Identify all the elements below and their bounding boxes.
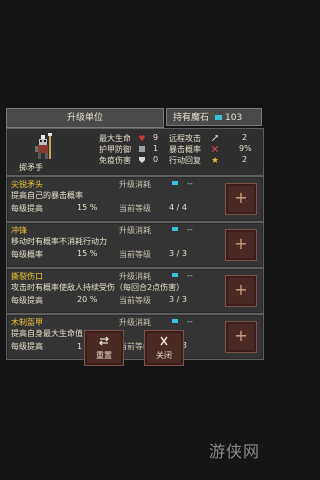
stat-value-action: 2: [242, 155, 248, 164]
skill-row: 尖锐矛头 升级消耗 -- 提高自己的暴击概率 每级提高 15 % 当前等级 4 …: [6, 176, 264, 222]
skill-level: 3 / 3: [169, 295, 187, 304]
stat-value-max-hp: 9: [153, 133, 159, 142]
skill-per-label: 每级概率: [11, 250, 43, 259]
gem-icon: [172, 181, 178, 185]
skill-level-label: 当前等级: [119, 204, 151, 213]
watermark: 游侠网: [208, 442, 260, 461]
skill-title: 木制盔甲: [11, 318, 43, 327]
skill-cost-label: 升级消耗: [119, 318, 151, 327]
skill-per-label: 每级提高: [11, 296, 43, 305]
stat-value-ranged-attack: 2: [242, 133, 248, 142]
close-button[interactable]: 关闭: [144, 330, 184, 366]
heart-icon: [139, 135, 145, 141]
skill-per-value: 15 %: [77, 249, 98, 258]
stat-label-ranged-attack: 远程攻击: [169, 134, 201, 143]
star-icon: [212, 157, 218, 163]
stat-value-crit: 9%: [239, 144, 252, 153]
unit-name: 掷矛手: [19, 163, 43, 172]
skill-level: 4 / 4: [169, 203, 187, 212]
shield-icon: [139, 157, 145, 163]
skill-title: 冲锋: [11, 226, 27, 235]
skill-title: 撕裂伤口: [11, 272, 43, 281]
skill-row: 冲锋 升级消耗 -- 移动时有概率不消耗行动力 每级概率 15 % 当前等级 3…: [6, 222, 264, 268]
close-icon: [160, 336, 168, 346]
skill-cost-label: 升级消耗: [119, 272, 151, 281]
skill-title: 尖锐矛头: [11, 180, 43, 189]
stat-label-max-hp: 最大生命: [99, 134, 131, 143]
reset-icon: [99, 336, 109, 346]
skill-cost-value: --: [187, 317, 193, 326]
stat-label-action: 行动回复: [169, 156, 201, 165]
skill-row: 撕裂伤口 升级消耗 -- 攻击时有概率使敌人持续受伤（每回合2点伤害） 每级提高…: [6, 268, 264, 314]
upgrade-plus-button[interactable]: +: [225, 183, 257, 215]
stone-value: 103: [225, 113, 243, 123]
stat-label-crit: 暴击概率: [169, 145, 201, 154]
stat-value-immune: 0: [153, 155, 159, 164]
skill-desc: 攻击时有概率使敌人持续受伤（每回合2点伤害）: [11, 283, 185, 292]
skill-cost-value: --: [187, 225, 193, 234]
stone-label: 持有魔石: [173, 113, 210, 123]
gem-icon: [172, 273, 178, 277]
spearman-portrait-icon: [35, 133, 52, 159]
skill-level-label: 当前等级: [119, 296, 151, 305]
skill-per-label: 每级提高: [11, 342, 43, 351]
upgrade-plus-button[interactable]: +: [225, 229, 257, 261]
skill-cost-label: 升级消耗: [119, 226, 151, 235]
skill-per-label: 每级提高: [11, 204, 43, 213]
skill-cost-value: --: [187, 179, 193, 188]
gem-icon: [172, 319, 178, 323]
arrow-icon: [212, 135, 218, 141]
stat-label-armor: 护甲防御: [99, 145, 131, 154]
reset-label: 重置: [96, 351, 112, 360]
skill-row: 木制盔甲 升级消耗 -- 提高自身最大生命值 每级提高 1 点 当前等级 3 /…: [6, 314, 264, 360]
upgrade-plus-button[interactable]: +: [225, 275, 257, 307]
stat-value-armor: 1: [153, 144, 159, 153]
skill-per-value: 20 %: [77, 295, 98, 304]
skill-level-label: 当前等级: [119, 250, 151, 259]
armor-icon: [139, 146, 145, 152]
skill-cost-value: --: [187, 271, 193, 280]
upgrade-panel: 升级单位 持有魔石 103 掷矛手 最大生命 9 远程攻击 2 护甲防御 1 暴击…: [6, 108, 264, 376]
panel-title: 升级单位: [6, 108, 164, 128]
skill-per-value: 15 %: [77, 203, 98, 212]
skill-desc: 提高自己的暴击概率: [11, 191, 83, 200]
skill-level: 3 / 3: [169, 249, 187, 258]
skill-desc: 移动时有概率不消耗行动力: [11, 237, 107, 246]
stone-counter: 持有魔石 103: [166, 108, 262, 126]
skill-cost-label: 升级消耗: [119, 180, 151, 189]
gem-icon: [215, 114, 223, 120]
unit-info: 掷矛手 最大生命 9 远程攻击 2 护甲防御 1 暴击概率 9% 免疫伤害 0 …: [6, 128, 264, 176]
stat-label-immune: 免疫伤害: [99, 156, 131, 165]
upgrade-plus-button[interactable]: +: [225, 321, 257, 353]
reset-button[interactable]: 重置: [84, 330, 124, 366]
gem-icon: [172, 227, 178, 231]
crit-icon: [212, 146, 218, 152]
close-label: 关闭: [156, 351, 172, 360]
skill-desc: 提高自身最大生命值: [11, 329, 83, 338]
